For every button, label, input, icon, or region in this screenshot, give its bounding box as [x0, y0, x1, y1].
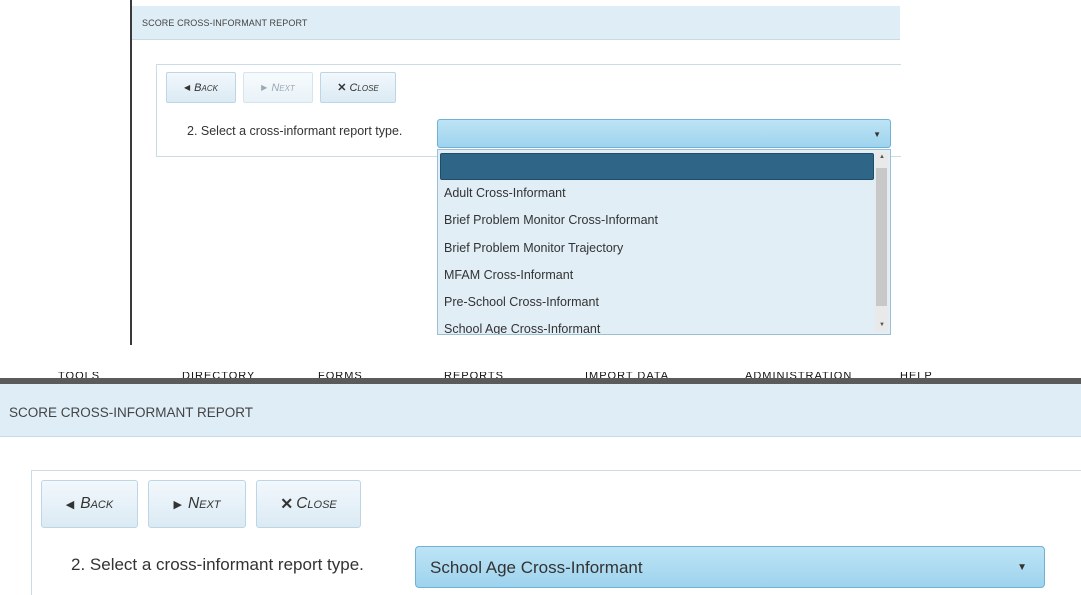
close-button-label: Close	[349, 81, 379, 94]
close-button[interactable]: ✕ Close	[256, 480, 361, 528]
triangle-right-icon: ▶	[261, 83, 268, 92]
triangle-right-icon: ▶	[173, 498, 182, 511]
step-label: 2. Select a cross-informant report type.	[71, 555, 364, 574]
report-type-select[interactable]: School Age Cross-Informant ▼	[415, 546, 1045, 588]
back-button[interactable]: ◀ Back	[166, 72, 236, 103]
x-icon: ✕	[280, 495, 294, 513]
scroll-down-icon[interactable]: ▼	[879, 322, 885, 328]
report-type-dropdown-list[interactable]: Adult Cross-Informant Brief Problem Moni…	[437, 149, 891, 335]
dropdown-option[interactable]: Brief Problem Monitor Trajectory	[444, 241, 623, 255]
report-header: SCORE CROSS-INFORMANT REPORT	[132, 6, 900, 40]
back-button[interactable]: ◀ Back	[41, 480, 138, 528]
step-label: 2. Select a cross-informant report type.	[187, 124, 403, 138]
next-button[interactable]: ▶ Next	[148, 480, 246, 528]
x-icon: ✕	[337, 82, 347, 94]
page-title: SCORE CROSS-INFORMANT REPORT	[142, 18, 308, 28]
report-header: SCORE CROSS-INFORMANT REPORT	[0, 384, 1081, 437]
panel-divider	[130, 0, 132, 345]
caret-down-icon: ▼	[1017, 562, 1027, 573]
dropdown-option[interactable]: School Age Cross-Informant	[444, 322, 600, 334]
report-type-select[interactable]: ▼	[437, 119, 891, 148]
close-button-label: Close	[296, 495, 337, 512]
dropdown-option[interactable]: Brief Problem Monitor Cross-Informant	[444, 213, 658, 227]
dropdown-option[interactable]: Adult Cross-Informant	[444, 186, 566, 200]
caret-down-icon: ▼	[873, 130, 881, 139]
close-button[interactable]: ✕ Close	[320, 72, 396, 103]
triangle-left-icon: ◀	[65, 498, 75, 511]
back-button-label: Back	[80, 495, 114, 512]
page-title: SCORE CROSS-INFORMANT REPORT	[9, 405, 254, 420]
back-button-label: Back	[194, 81, 218, 94]
dropdown-option[interactable]: MFAM Cross-Informant	[444, 268, 573, 282]
dropdown-option-blank[interactable]	[440, 153, 874, 180]
scrollbar-thumb[interactable]	[876, 168, 887, 306]
triangle-left-icon: ◀	[184, 83, 191, 92]
next-button-label: Next	[187, 495, 221, 512]
dropdown-option[interactable]: Pre-School Cross-Informant	[444, 295, 599, 309]
next-button-label: Next	[271, 81, 295, 94]
scroll-up-icon[interactable]: ▲	[879, 154, 885, 160]
next-button[interactable]: ▶ Next	[243, 72, 313, 103]
select-value: School Age Cross-Informant	[430, 558, 643, 577]
